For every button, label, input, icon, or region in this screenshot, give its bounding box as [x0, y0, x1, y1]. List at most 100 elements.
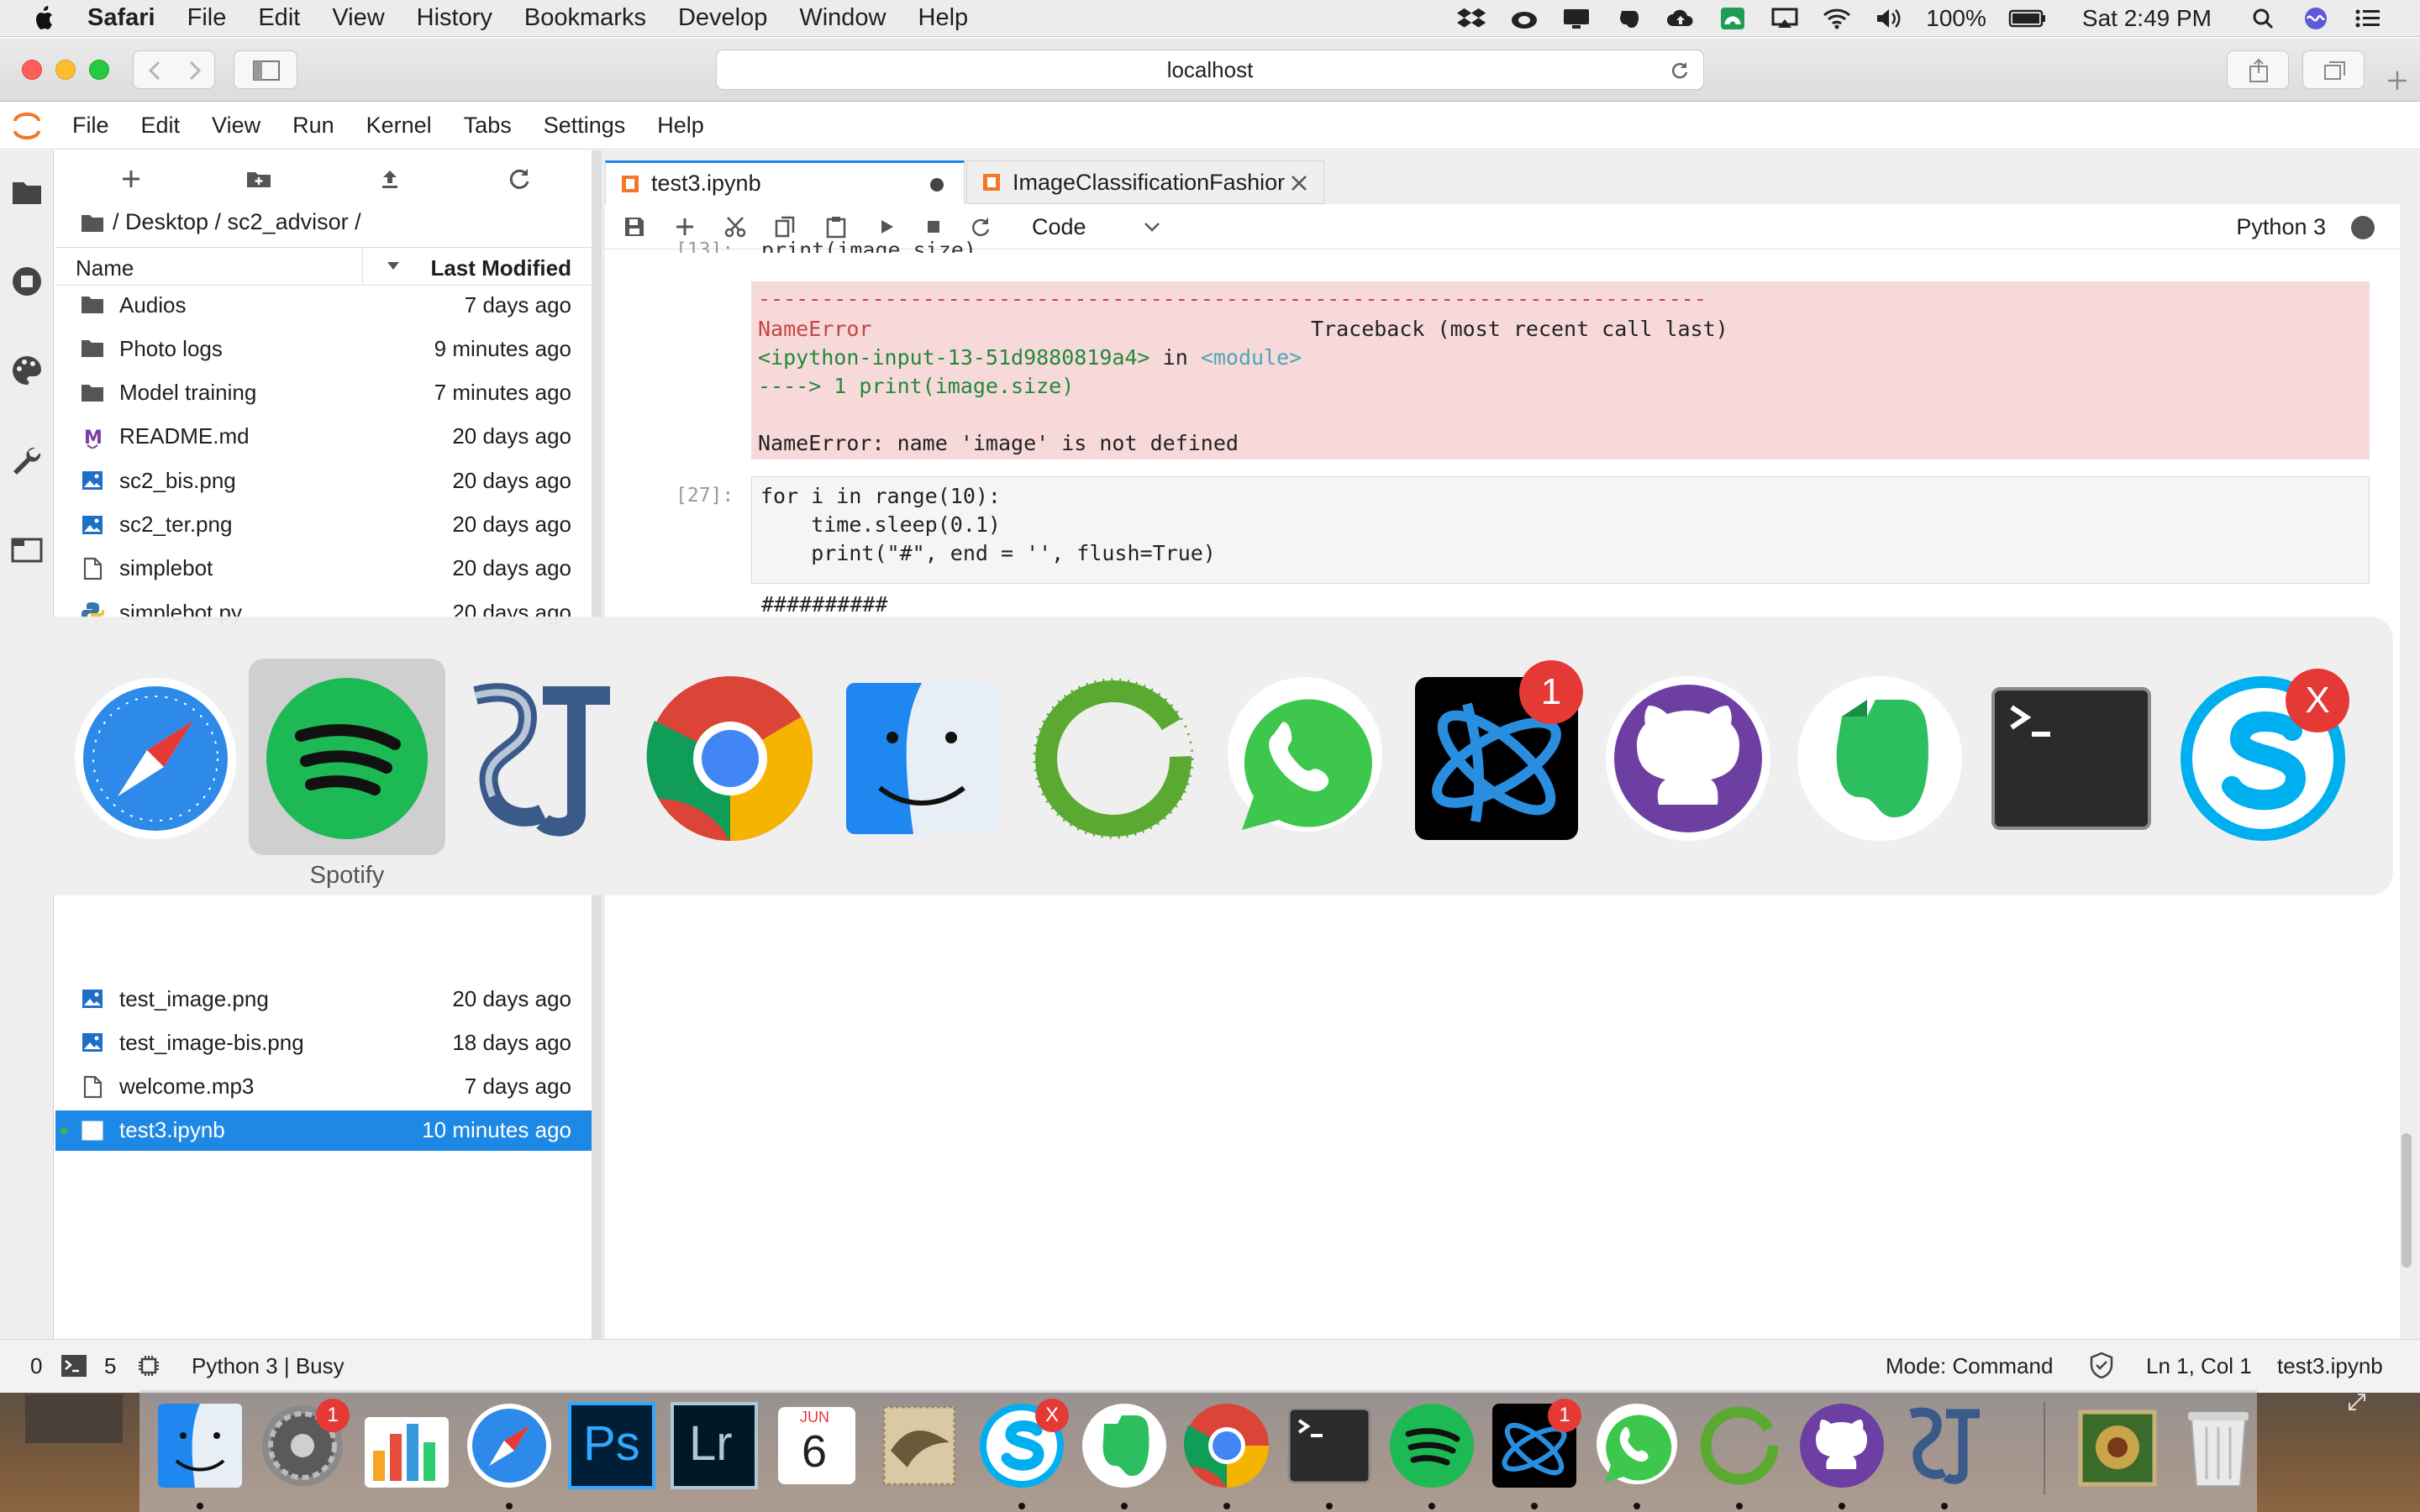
menubar-history[interactable]: History	[417, 4, 492, 32]
jupyter-menu-tabs[interactable]: Tabs	[464, 113, 512, 139]
menubar-help[interactable]: Help	[918, 4, 969, 32]
ide-app-icon[interactable]	[1025, 670, 1202, 847]
dock-keynote-chart-icon[interactable]	[361, 1400, 452, 1491]
run-cell-icon[interactable]	[874, 214, 899, 239]
wifi-signal-app-icon[interactable]	[1718, 6, 1748, 31]
file-row[interactable]: test3.ipynb 10 minutes ago	[55, 1110, 592, 1151]
forward-icon[interactable]	[184, 60, 204, 81]
chevron-down-icon[interactable]	[1143, 221, 1161, 234]
sort-caret-icon[interactable]	[387, 261, 400, 271]
minimize-window-button[interactable]	[55, 60, 76, 80]
open-tabs-icon[interactable]	[10, 533, 44, 567]
terminal-app-icon[interactable]	[1983, 670, 2160, 847]
file-row[interactable]: Audios 7 days ago	[55, 285, 592, 325]
menubar-window[interactable]: Window	[799, 4, 886, 32]
file-row[interactable]: Model training 7 minutes ago	[55, 373, 592, 413]
dock-mail-stamp-icon[interactable]	[874, 1400, 965, 1491]
file-row[interactable]: welcome.mp3 7 days ago	[55, 1067, 592, 1107]
dock-finder-icon[interactable]	[155, 1400, 245, 1491]
close-tab-icon[interactable]	[1290, 174, 1308, 192]
dock-terminal-icon[interactable]	[1284, 1400, 1375, 1491]
paste-icon[interactable]	[823, 214, 849, 239]
insert-cell-icon[interactable]	[672, 214, 697, 239]
dock-trash-icon[interactable]	[2173, 1400, 2264, 1491]
evernote-menubar-icon[interactable]	[1613, 6, 1644, 31]
tab-test3[interactable]: test3.ipynb	[605, 160, 965, 204]
evernote-app-icon[interactable]	[1791, 670, 1968, 847]
file-row[interactable]: Photo logs 9 minutes ago	[55, 328, 592, 369]
file-row[interactable]: simplebot 20 days ago	[55, 549, 592, 589]
menubar-edit[interactable]: Edit	[258, 4, 300, 32]
reload-icon[interactable]	[1670, 60, 1690, 81]
dock-downloads-stack-icon[interactable]	[2072, 1400, 2163, 1491]
code-cell-editor[interactable]: for i in range(10): time.sleep(0.1) prin…	[751, 476, 2370, 584]
command-palette-icon[interactable]	[10, 354, 44, 387]
siri-icon[interactable]	[2301, 6, 2331, 31]
address-bar[interactable]: localhost	[716, 50, 1704, 90]
file-row[interactable]: sc2_bis.png 20 days ago	[55, 460, 592, 501]
menubar-view[interactable]: View	[332, 4, 384, 32]
resize-arrows-icon[interactable]	[2344, 1389, 2370, 1415]
breadcrumb-path[interactable]: / Desktop / sc2_advisor /	[113, 209, 361, 235]
new-tab-icon[interactable]	[2385, 68, 2410, 93]
column-modified-header[interactable]: Last Modified	[430, 255, 571, 281]
kernel-chip-icon[interactable]	[136, 1353, 161, 1378]
menubar-bookmarks[interactable]: Bookmarks	[524, 4, 646, 32]
new-launcher-icon[interactable]	[114, 162, 148, 196]
unsaved-dot-icon[interactable]	[930, 178, 944, 192]
folder-icon[interactable]	[81, 213, 104, 233]
file-row[interactable]: sc2_ter.png 20 days ago	[55, 505, 592, 545]
menubar-develop[interactable]: Develop	[678, 4, 767, 32]
share-button[interactable]	[2227, 50, 2289, 89]
display-icon[interactable]	[1561, 6, 1591, 31]
file-row[interactable]: test_image.png 20 days ago	[55, 979, 592, 1019]
dock-starcraft-icon[interactable]	[1899, 1400, 1990, 1491]
volume-icon[interactable]	[1874, 6, 1904, 31]
back-icon[interactable]	[145, 60, 166, 81]
menubar-clock[interactable]: Sat 2:49 PM	[2082, 5, 2212, 32]
sidebar-toggle-button[interactable]	[234, 50, 297, 89]
jupyter-menu-file[interactable]: File	[72, 113, 109, 139]
refresh-icon[interactable]	[502, 162, 536, 196]
dock-whatsapp-icon[interactable]	[1591, 1400, 1682, 1491]
chrome-app-icon[interactable]	[642, 670, 818, 847]
mode-indicator[interactable]: Mode: Command	[1886, 1353, 2053, 1379]
desktop-item[interactable]	[25, 1394, 123, 1443]
running-kernels-icon[interactable]	[10, 265, 44, 298]
code-line-2[interactable]: time.sleep(0.1)	[760, 512, 1001, 537]
apple-logo-icon[interactable]	[32, 5, 57, 32]
menubar-file[interactable]: File	[187, 4, 227, 32]
spotify-app-icon[interactable]	[259, 670, 435, 847]
interrupt-kernel-icon[interactable]	[921, 214, 946, 239]
column-name-header[interactable]: Name	[76, 255, 134, 281]
code-line-1[interactable]: for i in range(10):	[760, 484, 1001, 508]
creative-cloud-icon[interactable]	[1509, 6, 1539, 31]
tab-imageclassification[interactable]: ImageClassificationFashior	[966, 160, 1324, 204]
github-desktop-app-icon[interactable]	[1600, 670, 1776, 847]
file-row[interactable]: M README.md 20 days ago	[55, 417, 592, 457]
file-browser-icon[interactable]	[10, 176, 44, 209]
status-file-name[interactable]: test3.ipynb	[2277, 1353, 2383, 1379]
dock-ide-icon[interactable]	[1694, 1400, 1785, 1491]
cut-icon[interactable]	[723, 214, 748, 239]
notification-center-icon[interactable]	[2353, 6, 2383, 31]
cursor-position[interactable]: Ln 1, Col 1	[2146, 1353, 2252, 1379]
starcraft-app-icon[interactable]	[450, 670, 627, 847]
jupyter-menu-settings[interactable]: Settings	[544, 113, 626, 139]
wrench-settings-icon[interactable]	[10, 444, 44, 478]
show-tabs-button[interactable]	[2302, 50, 2365, 89]
trusted-shield-icon[interactable]	[2089, 1352, 2114, 1378]
close-window-button[interactable]	[22, 60, 42, 80]
cell-type-select[interactable]: Code	[1032, 214, 1086, 240]
kernel-name[interactable]: Python 3	[2236, 214, 2326, 240]
copy-icon[interactable]	[773, 214, 798, 239]
status-count[interactable]: 0	[30, 1353, 42, 1379]
dock-spotify-icon[interactable]	[1386, 1400, 1477, 1491]
file-row[interactable]: test_image-bis.png 18 days ago	[55, 1022, 592, 1063]
dock-evernote-icon[interactable]	[1079, 1400, 1170, 1491]
restart-kernel-icon[interactable]	[968, 214, 993, 239]
jupyter-menu-view[interactable]: View	[212, 113, 260, 139]
cloud-upload-icon[interactable]	[1665, 6, 1696, 31]
menubar-app-name[interactable]: Safari	[87, 4, 155, 32]
finder-app-icon[interactable]	[834, 670, 1010, 847]
